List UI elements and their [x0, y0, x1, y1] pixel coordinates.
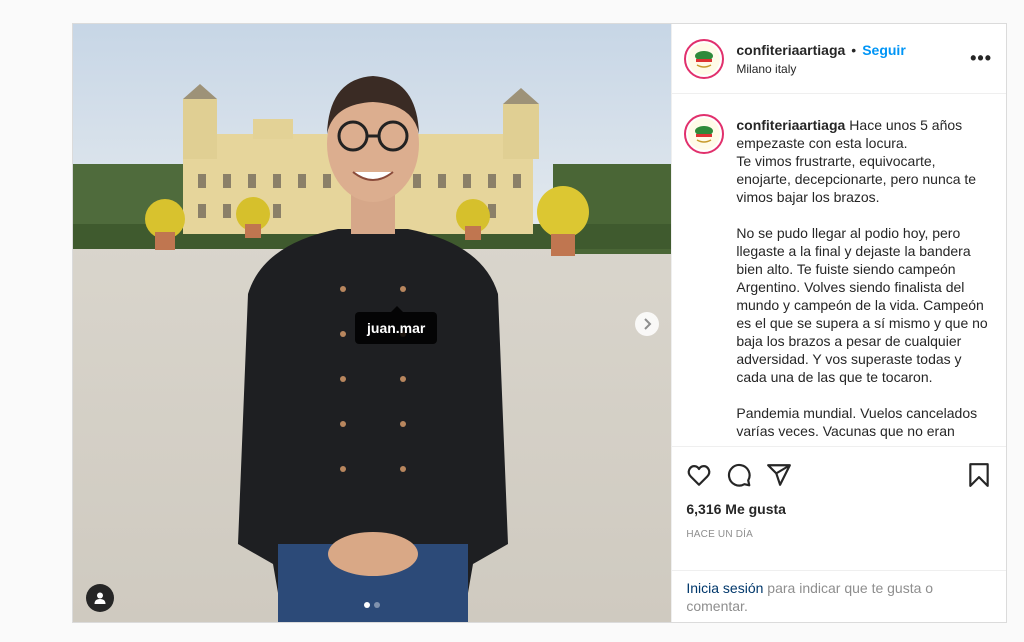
share-icon[interactable] — [766, 462, 792, 488]
comment-icon[interactable] — [726, 462, 752, 488]
caption-text: confiteriaartiaga Hace unos 5 años empeza… — [736, 116, 992, 446]
location-link[interactable]: Milano italy — [736, 62, 970, 76]
instagram-post: juan.mar confiteriaartiaga • Seguir Mila… — [72, 23, 1007, 623]
login-prompt: Inicia sesión para indicar que te gusta … — [672, 570, 1006, 622]
carousel-indicator — [362, 602, 382, 608]
chevron-right-icon — [644, 318, 652, 330]
separator-dot: • — [851, 41, 857, 58]
caption-avatar[interactable] — [684, 114, 725, 154]
bookmark-icon[interactable] — [966, 462, 992, 488]
brand-logo-icon — [688, 118, 721, 150]
more-options-icon[interactable]: ••• — [970, 48, 992, 69]
caption-paragraph-2: No se pudo llegar al podio hoy, pero lle… — [736, 225, 988, 385]
person-icon — [94, 592, 106, 604]
caption-area: confiteriaartiaga Hace unos 5 años empeza… — [672, 94, 1006, 446]
action-icons — [686, 455, 992, 495]
like-count[interactable]: 6,316 Me gusta — [686, 501, 992, 517]
caption-username[interactable]: confiteriaartiaga — [736, 117, 845, 133]
photo-user-tag[interactable]: juan.mar — [355, 306, 438, 344]
post-timestamp[interactable]: HACE UN DÍA — [686, 529, 992, 540]
avatar[interactable] — [684, 38, 725, 79]
post-header: confiteriaartiaga • Seguir Milano italy … — [672, 24, 1006, 94]
show-tags-button[interactable] — [86, 584, 114, 612]
brand-logo-icon — [688, 42, 721, 75]
follow-button[interactable]: Seguir — [862, 42, 906, 58]
heart-icon[interactable] — [686, 462, 712, 488]
carousel-dot — [374, 602, 381, 608]
username-link[interactable]: confiteriaartiaga — [736, 42, 845, 58]
post-header-meta: confiteriaartiaga • Seguir Milano italy — [736, 42, 970, 76]
caption-paragraph-3: Pandemia mundial. Vuelos cancelados varí… — [736, 405, 978, 439]
login-link[interactable]: Inicia sesión — [686, 580, 763, 596]
carousel-dot-active — [364, 602, 371, 608]
post-sidebar: confiteriaartiaga • Seguir Milano italy … — [671, 24, 1006, 622]
post-media[interactable]: juan.mar — [73, 24, 672, 622]
post-actions: 6,316 Me gusta HACE UN DÍA — [672, 446, 1006, 570]
